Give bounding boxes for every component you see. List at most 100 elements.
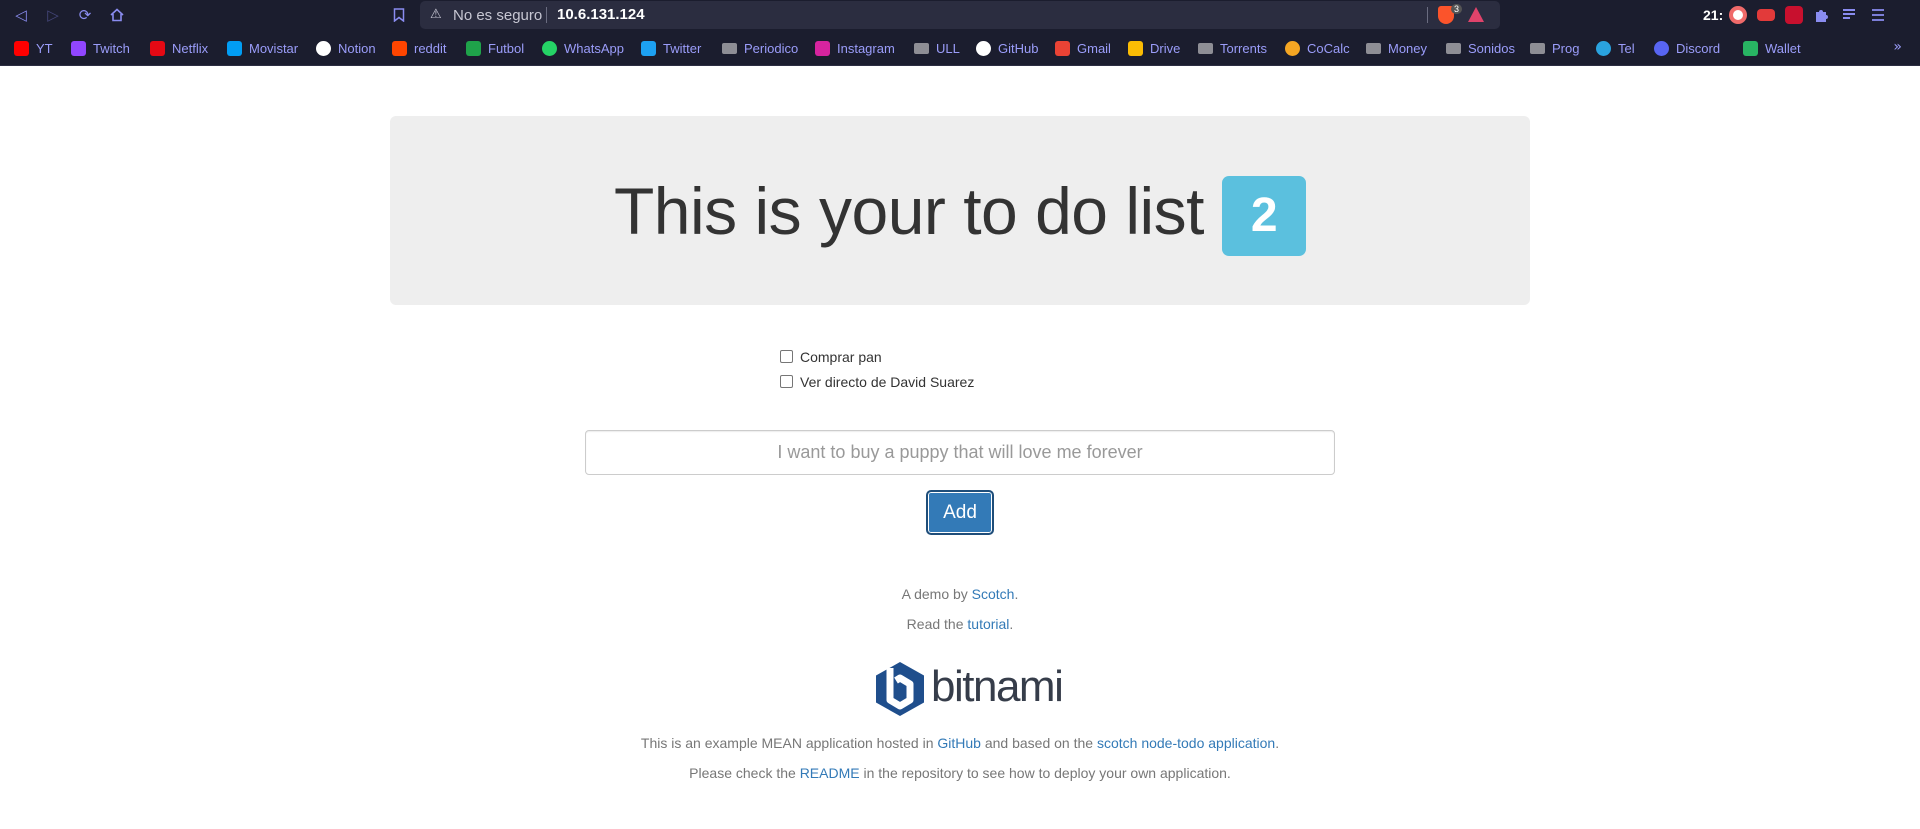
bookmark-tel[interactable]: Tel	[1596, 30, 1635, 66]
folder-icon	[722, 42, 737, 54]
url-text[interactable]: 10.6.131.124	[557, 6, 645, 23]
bookmark-periodico[interactable]: Periodico	[722, 30, 798, 66]
scotch-link[interactable]: Scotch	[972, 586, 1015, 602]
extensions-area: 21:	[1695, 0, 1920, 30]
forward-icon[interactable]: ▷	[42, 4, 64, 26]
bookmark-gmail[interactable]: Gmail	[1055, 30, 1111, 66]
github-link[interactable]: GitHub	[937, 735, 981, 751]
whatsapp-icon	[542, 40, 557, 56]
reload-icon[interactable]: ⟳	[74, 4, 96, 26]
bookmark-discord[interactable]: Discord	[1654, 30, 1720, 66]
todo-list: Comprar pan Ver directo de David Suarez	[780, 344, 974, 394]
folder-icon	[1366, 42, 1381, 54]
bookmark-label: Gmail	[1077, 40, 1111, 56]
bookmark-label: GitHub	[998, 40, 1039, 56]
example-suffix: .	[1275, 735, 1280, 751]
page-title: This is your to do list 2	[614, 171, 1307, 256]
read-prefix: Read the	[906, 616, 968, 632]
back-icon[interactable]: ◁	[10, 4, 32, 26]
new-todo-input[interactable]	[585, 430, 1335, 475]
menu-icon[interactable]	[1869, 6, 1887, 24]
add-button[interactable]: Add	[926, 490, 994, 535]
bookmark-label: Futbol	[488, 40, 525, 56]
bookmark-label: Tel	[1618, 40, 1635, 56]
more-bookmarks-icon[interactable]: »	[1893, 39, 1902, 55]
bookmark-label: CoCalc	[1307, 40, 1350, 56]
video-extension-icon[interactable]	[1785, 6, 1803, 24]
todo-text: Ver directo de David Suarez	[800, 373, 975, 390]
bookmark-notion[interactable]: Notion	[316, 30, 376, 66]
header-panel: This is your to do list 2	[390, 116, 1530, 305]
bookmark-drive[interactable]: Drive	[1128, 30, 1180, 66]
bookmark-money[interactable]: Money	[1366, 30, 1427, 66]
extensions-puzzle-icon[interactable]	[1813, 6, 1831, 24]
bookmark-torrents[interactable]: Torrents	[1198, 30, 1267, 66]
bitnami-wordmark: bitnami	[931, 662, 1064, 711]
tmr-extension-icon[interactable]	[1757, 9, 1775, 21]
github-icon	[976, 40, 991, 56]
todo-checkbox[interactable]	[780, 375, 793, 388]
example-line: This is an example MEAN application host…	[0, 735, 1920, 751]
bookmark-twitter[interactable]: Twitter	[641, 30, 701, 66]
check-prefix: Please check the	[689, 765, 800, 781]
wallet-icon	[1743, 40, 1758, 56]
tutorial-link[interactable]: tutorial	[967, 616, 1009, 632]
bookmark-label: Twitter	[663, 40, 702, 56]
record-extension-icon[interactable]	[1729, 6, 1747, 24]
todo-checkbox[interactable]	[780, 350, 793, 363]
todo-item[interactable]: Ver directo de David Suarez	[780, 369, 974, 394]
bitnami-logo: bitnami	[873, 659, 1064, 719]
bookmark-reddit[interactable]: reddit	[392, 30, 447, 66]
bookmark-ull[interactable]: ULL	[914, 30, 960, 66]
bookmark-whatsapp[interactable]: WhatsApp	[542, 30, 624, 66]
folder-icon	[914, 42, 929, 54]
bookmark-instagram[interactable]: Instagram	[815, 30, 895, 66]
bitnami-hexagon-icon	[876, 662, 924, 716]
security-label[interactable]: No es seguro	[453, 7, 542, 24]
demo-credit: A demo by Scotch.	[0, 586, 1920, 602]
bookmark-label: Twitch	[93, 40, 130, 56]
home-icon[interactable]	[106, 4, 128, 26]
clock-extension[interactable]: 21:	[1703, 7, 1723, 23]
demo-suffix: .	[1014, 586, 1019, 602]
bookmark-label: Periodico	[744, 40, 799, 56]
readme-link[interactable]: README	[800, 765, 860, 781]
node-todo-link[interactable]: scotch node-todo application	[1097, 735, 1275, 751]
brave-rewards-icon[interactable]	[1468, 7, 1484, 22]
example-middle: and based on the	[980, 735, 1097, 751]
instagram-icon	[815, 40, 830, 56]
bookmark-prog[interactable]: Prog	[1530, 30, 1579, 66]
bookmark-github[interactable]: GitHub	[976, 30, 1038, 66]
netflix-icon	[150, 40, 165, 56]
read-suffix: .	[1009, 616, 1014, 632]
bookmark-label: Sonidos	[1468, 40, 1515, 56]
bookmark-label: Drive	[1150, 40, 1181, 56]
demo-prefix: A demo by	[901, 586, 972, 602]
bookmark-netflix[interactable]: Netflix	[150, 30, 208, 66]
tutorial-line: Read the tutorial.	[0, 616, 1920, 632]
bookmark-wallet[interactable]: Wallet	[1743, 30, 1801, 66]
todo-item[interactable]: Comprar pan	[780, 344, 974, 369]
bookmark-yt[interactable]: YT	[14, 30, 53, 66]
bookmark-label: Movistar	[249, 40, 299, 56]
divider	[1427, 7, 1428, 23]
address-bar[interactable]: ⚠ No es seguro 10.6.131.124 3	[420, 1, 1500, 29]
bookmarks-bar: YT Twitch Netflix Movistar Notion reddit Futbo…	[0, 30, 1920, 66]
bookmark-label: Discord	[1676, 40, 1721, 56]
bookmark-page-icon[interactable]	[388, 4, 410, 26]
playlist-icon[interactable]	[1841, 6, 1859, 24]
bookmark-movistar[interactable]: Movistar	[227, 30, 298, 66]
bookmark-twitch[interactable]: Twitch	[71, 30, 130, 66]
discord-icon	[1654, 40, 1669, 56]
futbol-icon	[466, 40, 481, 56]
bookmark-sonidos[interactable]: Sonidos	[1446, 30, 1515, 66]
bookmark-cocalc[interactable]: CoCalc	[1285, 30, 1350, 66]
bookmark-label: Wallet	[1765, 40, 1801, 56]
bookmark-label: Money	[1388, 40, 1428, 56]
bookmark-futbol[interactable]: Futbol	[466, 30, 524, 66]
bookmark-label: Netflix	[172, 40, 209, 56]
movistar-icon	[227, 40, 242, 56]
notion-icon	[316, 40, 331, 56]
bookmark-label: Prog	[1552, 40, 1580, 56]
bookmark-label: reddit	[414, 40, 447, 56]
